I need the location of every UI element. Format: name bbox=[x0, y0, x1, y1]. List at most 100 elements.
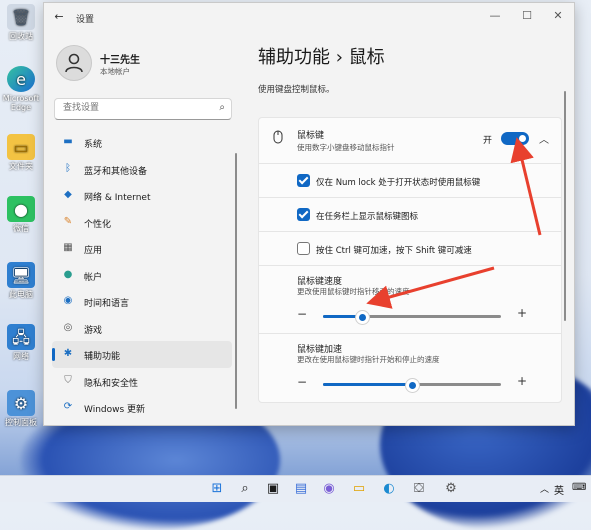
mouse-keys-title: 鼠标键 bbox=[297, 131, 325, 141]
desktop-icon-label: 此电脑 bbox=[9, 290, 33, 299]
mouse-keys-card[interactable]: 鼠标键 使用数字小键盘移动鼠标指针 开 ︿ bbox=[258, 117, 562, 165]
option-label: 在任务栏上显示鼠标键图标 bbox=[316, 212, 419, 222]
page-subtitle: 使用键盘控制鼠标。 bbox=[258, 85, 335, 95]
sidebar-item-network[interactable]: ◆ 网络 & Internet bbox=[52, 182, 232, 209]
file-explorer-icon[interactable]: ▭ bbox=[350, 480, 368, 498]
chat-icon[interactable]: ◉ bbox=[320, 480, 338, 498]
sidebar-item-label: Windows 更新 bbox=[84, 405, 146, 415]
option-row[interactable]: 仅在 Num lock 处于打开状态时使用鼠标键 bbox=[258, 163, 562, 199]
speed-slider-thumb[interactable] bbox=[355, 310, 371, 325]
recycle-bin-icon: 🗑 bbox=[7, 4, 35, 30]
search-icon[interactable]: ⌕ bbox=[236, 480, 254, 498]
windows-update-icon: ⟳ bbox=[63, 401, 73, 412]
chevron-up-icon[interactable]: ︿ bbox=[539, 131, 549, 146]
speed-increase-icon[interactable]: + bbox=[517, 306, 527, 320]
sidebar-item-label: 应用 bbox=[84, 246, 103, 256]
sidebar-item-personalization[interactable]: ✎ 个性化 bbox=[52, 209, 232, 236]
search-input[interactable] bbox=[61, 102, 215, 114]
mouse-keys-toggle[interactable] bbox=[501, 132, 529, 145]
close-button[interactable]: ✕ bbox=[547, 8, 569, 24]
sidebar-item-time-language[interactable]: ◉ 时间和语言 bbox=[52, 288, 232, 315]
desktop-icon-control-panel[interactable]: ⚙ 控制面板 bbox=[2, 390, 40, 427]
speed-decrease-icon[interactable]: − bbox=[297, 307, 307, 321]
brush-icon: ✎ bbox=[63, 215, 73, 227]
start-icon[interactable]: ⊞ bbox=[208, 480, 226, 498]
tray-keyboard-icon[interactable]: ⌨ bbox=[572, 482, 586, 493]
acceleration-slider-thumb[interactable] bbox=[405, 378, 420, 393]
search-box[interactable]: ⌕ bbox=[54, 98, 232, 120]
globe-clock-icon: ◉ bbox=[63, 295, 73, 306]
profile-subtitle: 本地帐户 bbox=[100, 67, 130, 76]
back-arrow-icon[interactable]: ← bbox=[52, 10, 66, 24]
sidebar-item-label: 辅助功能 bbox=[84, 352, 121, 362]
desktop-icon-folder[interactable]: ▭ 文件夹 bbox=[2, 134, 40, 171]
sidebar-item-privacy[interactable]: ⛉ 隐私和安全性 bbox=[52, 368, 232, 395]
sidebar-item-label: 网络 & Internet bbox=[84, 193, 151, 203]
option-label: 按住 Ctrl 键可加速，按下 Shift 键可减速 bbox=[316, 246, 472, 256]
acceleration-slider-fill bbox=[323, 383, 412, 386]
acceleration-slider[interactable] bbox=[323, 378, 501, 393]
tray-chevron-icon[interactable]: ︿ bbox=[540, 482, 549, 495]
avatar[interactable] bbox=[56, 45, 92, 81]
desktop-icon-label: 微信 bbox=[13, 224, 29, 233]
desktop-icon-edge[interactable]: e Microsoft Edge bbox=[2, 66, 40, 112]
ctrl-shift-checkbox[interactable] bbox=[297, 242, 310, 255]
sidebar-item-apps[interactable]: ▦ 应用 bbox=[52, 235, 232, 262]
sidebar-item-label: 时间和语言 bbox=[84, 299, 130, 309]
minimize-button[interactable]: — bbox=[484, 8, 506, 24]
computer-icon: 🖥 bbox=[7, 262, 35, 288]
option-row[interactable]: 在任务栏上显示鼠标键图标 bbox=[258, 197, 562, 233]
mouse-icon bbox=[273, 130, 283, 144]
sidebar-item-accounts[interactable]: ● 帐户 bbox=[52, 262, 232, 289]
desktop-icon-computer[interactable]: 🖥 此电脑 bbox=[2, 262, 40, 299]
numlock-checkbox[interactable] bbox=[297, 174, 310, 187]
page-title: 辅助功能 › 鼠标 bbox=[258, 47, 385, 68]
sidebar-item-accessibility[interactable]: ✱ 辅助功能 bbox=[52, 341, 232, 368]
sidebar-item-gaming[interactable]: ◎ 游戏 bbox=[52, 315, 232, 342]
desktop-icon-label: 网络 bbox=[13, 352, 29, 361]
taskbar-icon-checkbox[interactable] bbox=[297, 208, 310, 221]
wechat-icon: ● bbox=[7, 196, 35, 222]
desktop-icon-label: 回收站 bbox=[9, 32, 33, 41]
sidebar-item-windows-update[interactable]: ⟳ Windows 更新 bbox=[52, 394, 232, 421]
sidebar-item-label: 系统 bbox=[84, 140, 103, 150]
desktop-icon-label: 文件夹 bbox=[9, 162, 33, 171]
desktop-icon-wechat[interactable]: ● 微信 bbox=[2, 196, 40, 233]
edge-icon: e bbox=[7, 66, 35, 92]
speed-slider[interactable] bbox=[323, 310, 501, 325]
edge-icon[interactable]: ◐ bbox=[380, 480, 398, 498]
desktop-icon-label: Microsoft Edge bbox=[2, 94, 40, 112]
sidebar-scrollbar[interactable] bbox=[235, 153, 237, 409]
maximize-button[interactable]: ☐ bbox=[516, 8, 538, 24]
desktop-icon-network[interactable]: 🖧 网络 bbox=[2, 324, 40, 361]
wifi-icon: ◆ bbox=[64, 189, 72, 200]
task-view-icon[interactable]: ▣ bbox=[264, 480, 282, 498]
taskbar: ⊞ ⌕ ▣ ▤ ◉ ▭ ◐ ⛋ ⚙ ︿ 英 ⌨ bbox=[0, 475, 591, 502]
widgets-icon[interactable]: ▤ bbox=[292, 480, 310, 498]
sidebar-item-label: 帐户 bbox=[84, 272, 103, 283]
acceleration-increase-icon[interactable]: + bbox=[517, 374, 527, 388]
search-icon[interactable]: ⌕ bbox=[219, 102, 225, 113]
content-scrollbar[interactable] bbox=[564, 91, 566, 321]
settings-icon[interactable]: ⚙ bbox=[442, 480, 460, 498]
window-title: 设置 bbox=[76, 15, 95, 25]
option-label: 仅在 Num lock 处于打开状态时使用鼠标键 bbox=[316, 178, 481, 188]
desktop-icon-label: 控制面板 bbox=[5, 418, 37, 427]
control-panel-icon: ⚙ bbox=[7, 390, 35, 416]
ime-indicator[interactable]: 英 bbox=[554, 482, 564, 497]
acceleration-decrease-icon[interactable]: − bbox=[297, 375, 307, 389]
sidebar-item-label: 个性化 bbox=[84, 219, 112, 230]
sidebar-nav: ▬ 系统 ᛒ 蓝牙和其他设备 ◆ 网络 & Internet ✎ 个性化 ▦ 应… bbox=[52, 129, 232, 421]
toggle-state-label: 开 bbox=[483, 136, 493, 146]
sidebar-item-system[interactable]: ▬ 系统 bbox=[52, 129, 232, 156]
sidebar-item-bluetooth[interactable]: ᛒ 蓝牙和其他设备 bbox=[52, 156, 232, 183]
account-icon: ● bbox=[63, 268, 73, 280]
settings-window: ← 设置 — ☐ ✕ 十三先生 本地帐户 ⌕ ▬ 系统 ᛒ 蓝牙和其他设备 ◆ … bbox=[43, 2, 575, 426]
bluetooth-icon: ᛒ bbox=[65, 162, 71, 174]
sidebar-item-label: 蓝牙和其他设备 bbox=[84, 166, 148, 177]
user-icon bbox=[65, 53, 83, 73]
option-row[interactable]: 按住 Ctrl 键可加速，按下 Shift 键可减速 bbox=[258, 231, 562, 267]
desktop-icon-recycle-bin[interactable]: 🗑 回收站 bbox=[2, 4, 40, 41]
mouse-keys-description: 使用数字小键盘移动鼠标指针 bbox=[297, 143, 395, 152]
store-icon[interactable]: ⛋ bbox=[410, 480, 428, 498]
